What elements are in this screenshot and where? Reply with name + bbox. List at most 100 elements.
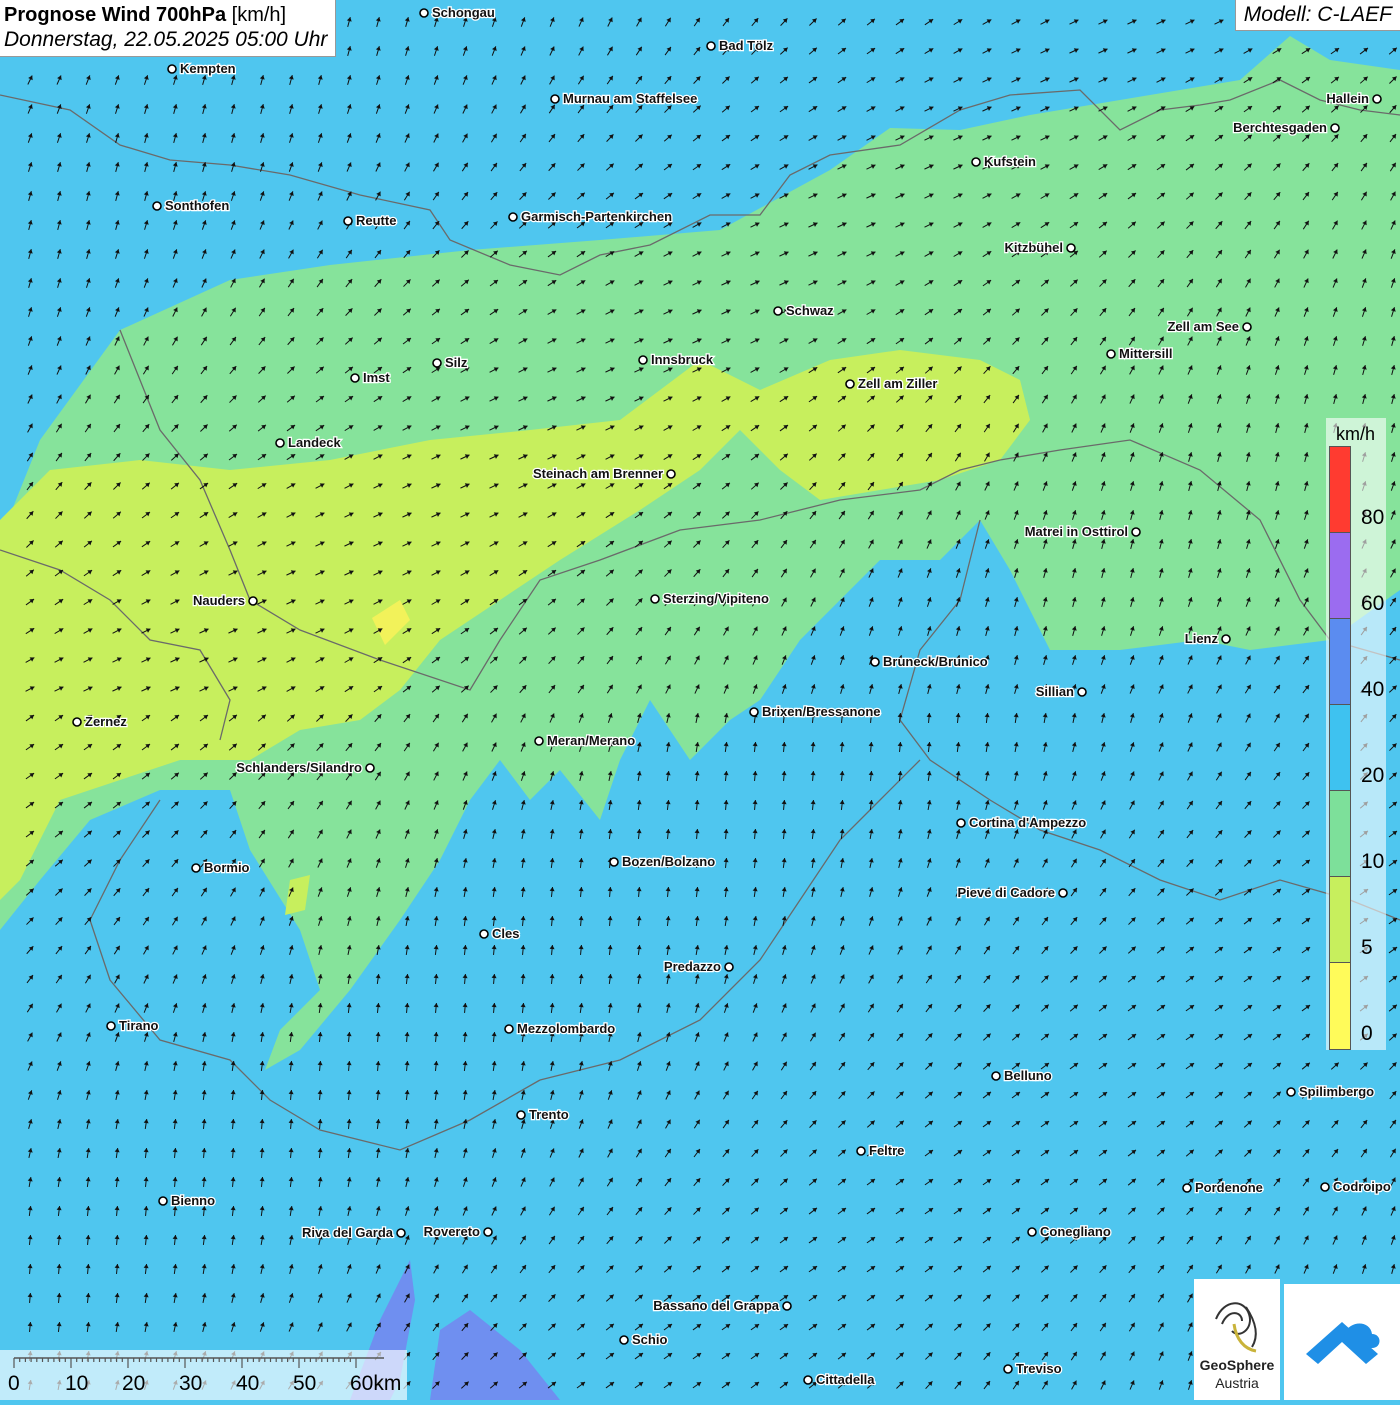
city-label: Brixen/Bressanone (762, 704, 881, 719)
city-marker: Innsbruck (638, 351, 715, 368)
legend-color-band (1329, 962, 1351, 1050)
city-dot (534, 736, 544, 746)
city-label: Bienno (171, 1193, 215, 1208)
city-label: Hallein (1326, 91, 1369, 106)
city-label: Treviso (1016, 1361, 1062, 1376)
city-label: Silz (445, 355, 468, 370)
scale-label: 0 (8, 1372, 20, 1395)
city-marker: Matrei in Osttirol (1023, 523, 1141, 540)
city-label: Predazzo (664, 959, 721, 974)
city-marker: Mezzolombardo (504, 1020, 617, 1037)
legend-color-band (1329, 704, 1351, 792)
city-dot (483, 1227, 493, 1237)
city-marker: Steinach am Brenner (532, 465, 676, 482)
city-label: Pordenone (1195, 1180, 1263, 1195)
map-subtitle: Donnerstag, 22.05.2025 05:00 Uhr (4, 28, 328, 51)
city-marker: Zell am See (1166, 318, 1252, 335)
scale-label: 10 (65, 1372, 89, 1395)
city-dot (72, 717, 82, 727)
geosphere-logo: GeoSphere Austria (1194, 1279, 1280, 1400)
city-dot (609, 857, 619, 867)
city-dot (158, 1196, 168, 1206)
city-marker: Sonthofen (152, 197, 231, 214)
legend-label: 80 (1361, 506, 1385, 529)
city-label: Zernez (85, 714, 127, 729)
city-label: Garmisch-Partenkirchen (521, 209, 672, 224)
city-dot (275, 438, 285, 448)
city-dot (650, 594, 660, 604)
city-label: Meran/Merano (547, 733, 635, 748)
city-label: Matrei in Osttirol (1025, 524, 1128, 539)
legend-color-band (1329, 618, 1351, 706)
city-dot (419, 8, 429, 18)
city-label: Conegliano (1040, 1224, 1111, 1239)
city-dot (550, 94, 560, 104)
city-label: Trento (529, 1107, 569, 1122)
city-dot (1286, 1087, 1296, 1097)
legend-label: 0 (1361, 1022, 1373, 1045)
city-label: Riva del Garda (302, 1225, 394, 1240)
city-dot (1066, 243, 1076, 253)
city-dot (152, 201, 162, 211)
city-dot (106, 1021, 116, 1031)
legend-color-band (1329, 446, 1351, 534)
city-label: Zell am Ziller (858, 376, 937, 391)
city-dot (248, 596, 258, 606)
city-label: Bozen/Bolzano (622, 854, 715, 869)
city-dot (1221, 634, 1231, 644)
city-dot (845, 379, 855, 389)
city-dot (343, 216, 353, 226)
city-dot (1320, 1182, 1330, 1192)
city-dot (350, 373, 360, 383)
city-label: Kitzbühel (1005, 240, 1064, 255)
legend-color-band (1329, 876, 1351, 964)
city-dot (1058, 888, 1068, 898)
city-marker: Garmisch-Partenkirchen (508, 208, 673, 225)
city-label: Kempten (180, 61, 236, 76)
city-marker: Bassano del Grappa (652, 1297, 792, 1314)
city-dot (508, 212, 518, 222)
legend-label: 10 (1361, 850, 1385, 873)
city-label: Murnau am Staffelsee (563, 91, 697, 106)
city-label: Schongau (432, 5, 495, 20)
city-label: Innsbruck (651, 352, 714, 367)
map-title-unit: [km/h] (231, 4, 287, 26)
scale-label: 40 (236, 1372, 260, 1395)
city-dot (856, 1146, 866, 1156)
city-marker: Spilimbergo (1286, 1083, 1375, 1100)
city-dot (167, 64, 177, 74)
legend-label: 40 (1361, 678, 1385, 701)
color-legend: km/h 80 60 40 20 10 5 0 (1326, 418, 1386, 1050)
city-label: Schlanders/Silandro (236, 760, 362, 775)
legend-color-band (1329, 532, 1351, 620)
weather-app-logo-icon (1306, 1322, 1380, 1364)
city-label: Cles (492, 926, 519, 941)
city-label: Imst (363, 370, 390, 385)
city-dot (365, 763, 375, 773)
city-dot (749, 707, 759, 717)
legend-color-band (1329, 790, 1351, 878)
city-label: Pieve di Cadore (957, 885, 1055, 900)
city-dot (1027, 1227, 1037, 1237)
city-dot (782, 1301, 792, 1311)
city-label: Berchtesgaden (1233, 120, 1327, 135)
scale-label: 50 (293, 1372, 317, 1395)
city-label: Lienz (1185, 631, 1219, 646)
city-label: Mezzolombardo (517, 1021, 615, 1036)
city-dot (1003, 1364, 1013, 1374)
city-dot (516, 1110, 526, 1120)
city-dot (971, 157, 981, 167)
city-marker: Conegliano (1027, 1223, 1112, 1240)
city-dot (666, 469, 676, 479)
city-marker: Pordenone (1182, 1179, 1264, 1196)
city-dot (191, 863, 201, 873)
wind-map[interactable]: Schongau Bad Tölz Kempten Murnau am Staffel… (0, 0, 1400, 1400)
city-label: Codroipo (1333, 1179, 1391, 1194)
city-label: Cortina d'Ampezzo (969, 815, 1086, 830)
city-label: Reutte (356, 213, 396, 228)
city-dot (1131, 527, 1141, 537)
scale-label: 20 (122, 1372, 146, 1395)
city-label: Bruneck/Brunico (883, 654, 988, 669)
city-label: Sterzing/Vipiteno (663, 591, 769, 606)
city-marker: Meran/Merano (534, 732, 636, 749)
